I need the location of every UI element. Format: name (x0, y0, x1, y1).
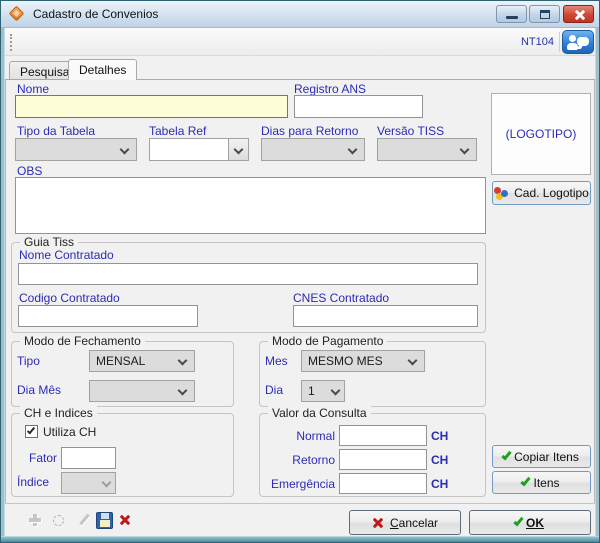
dias-retorno-label: Dias para Retorno (261, 124, 358, 138)
minimize-button[interactable] (496, 5, 527, 23)
window-frame-left (1, 28, 5, 542)
obs-textarea[interactable] (15, 177, 486, 234)
modo-fechamento-group-title: Modo de Fechamento (20, 334, 145, 348)
tipo-fechamento-select[interactable]: MENSAL (89, 350, 195, 372)
close-button[interactable] (563, 5, 594, 23)
palette-icon (494, 187, 509, 200)
add-record-button[interactable] (28, 513, 42, 527)
dia-pagamento-label: Dia (265, 383, 283, 397)
versao-tiss-label: Versão TISS (377, 124, 444, 138)
chevron-down-icon (331, 386, 341, 396)
ch-indices-group-title: CH e Indices (20, 406, 97, 420)
retorno-unit-label: CH (431, 453, 448, 467)
nome-input[interactable] (15, 95, 288, 118)
retorno-label: Retorno (263, 453, 335, 467)
title-bar: Cadastro de Convenios (1, 1, 599, 28)
modo-pagamento-group-title: Modo de Pagamento (268, 334, 387, 348)
copiar-itens-button[interactable]: Copiar Itens (492, 445, 591, 468)
save-record-button[interactable] (96, 512, 113, 529)
toolbar-grip-handle[interactable] (10, 34, 13, 51)
checkmark-icon (27, 426, 35, 435)
normal-label: Normal (263, 429, 335, 443)
check-icon (502, 450, 512, 461)
cancelar-button[interactable]: Cancelar (349, 510, 461, 535)
normal-input[interactable] (339, 425, 427, 446)
cadastro-convenios-window: Cadastro de Convenios NT104 Pesquisa Det… (0, 0, 600, 543)
registro-ans-label: Registro ANS (294, 82, 366, 96)
mes-label: Mes (265, 354, 288, 368)
itens-button[interactable]: Itens (492, 471, 591, 494)
chevron-down-icon (234, 145, 244, 155)
retorno-input[interactable] (339, 449, 427, 470)
tabela-ref-label: Tabela Ref (149, 124, 206, 138)
toolbar-separator (559, 32, 560, 52)
valor-consulta-group-title: Valor da Consulta (268, 406, 371, 420)
cnes-contratado-label: CNES Contratado (293, 291, 389, 305)
mes-select[interactable]: MESMO MES (301, 350, 425, 372)
red-x-icon (372, 516, 385, 529)
cancel-record-button[interactable] (118, 513, 131, 526)
chevron-down-icon (460, 145, 470, 155)
obs-label: OBS (17, 164, 42, 178)
chevron-down-icon (178, 356, 188, 366)
ok-button[interactable]: OK (469, 510, 591, 535)
tabela-ref-select[interactable] (149, 138, 249, 161)
edit-record-button[interactable] (79, 514, 90, 526)
tabsheet-border-left (5, 79, 6, 504)
tipo-tabela-label: Tipo da Tabela (17, 124, 95, 138)
versao-tiss-select[interactable] (377, 138, 477, 161)
close-icon (574, 9, 585, 20)
chevron-down-icon (178, 386, 188, 396)
maximize-button[interactable] (529, 5, 560, 23)
screen-code-label: NT104 (521, 36, 554, 48)
chevron-down-icon (348, 145, 358, 155)
tipo-fechamento-label: Tipo (17, 354, 40, 368)
refresh-record-button[interactable] (53, 515, 64, 526)
normal-unit-label: CH (431, 429, 448, 443)
cnes-contratado-input[interactable] (293, 305, 478, 327)
dia-pagamento-select[interactable]: 1 (301, 380, 345, 402)
indice-label: Índice (17, 475, 49, 489)
dia-mes-select[interactable] (89, 380, 195, 402)
registro-ans-input[interactable] (294, 95, 423, 118)
window-frame-bottom (1, 536, 599, 542)
indice-select[interactable] (61, 472, 116, 494)
emergencia-label: Emergência (263, 477, 335, 491)
chevron-down-icon (102, 478, 112, 488)
fator-label: Fator (29, 451, 57, 465)
app-diamond-icon (9, 6, 25, 22)
dia-mes-label: Dia Mês (17, 383, 61, 397)
maximize-icon (540, 10, 550, 19)
check-icon (513, 516, 523, 527)
nome-label: Nome (17, 82, 49, 96)
tabsheet-border-bottom (5, 503, 595, 504)
tab-detalhes[interactable]: Detalhes (68, 59, 137, 80)
chevron-down-icon (408, 356, 418, 366)
window-frame-right (595, 28, 599, 542)
emergencia-input[interactable] (339, 473, 427, 494)
logotipo-box: (LOGOTIPO) (491, 93, 591, 175)
floppy-disk-icon (101, 513, 109, 519)
dias-retorno-select[interactable] (261, 138, 365, 161)
utiliza-ch-checkbox[interactable] (25, 425, 38, 438)
logotipo-placeholder: (LOGOTIPO) (506, 127, 577, 141)
check-icon (521, 476, 531, 487)
emergencia-unit-label: CH (431, 477, 448, 491)
codigo-contratado-label: Codigo Contratado (19, 291, 120, 305)
tipo-tabela-select[interactable] (15, 138, 137, 161)
codigo-contratado-input[interactable] (18, 305, 198, 327)
guia-tiss-group-title: Guia Tiss (20, 235, 78, 249)
nome-contratado-label: Nome Contratado (19, 248, 114, 262)
chevron-down-icon (120, 145, 130, 155)
fator-input[interactable] (61, 447, 116, 469)
window-title: Cadastro de Convenios (33, 7, 158, 21)
cad-logotipo-button[interactable]: Cad. Logotipo (492, 181, 591, 205)
nome-contratado-input[interactable] (18, 263, 478, 285)
utiliza-ch-label: Utiliza CH (43, 425, 96, 439)
user-chat-button[interactable] (562, 30, 594, 54)
minimize-icon (506, 16, 518, 19)
top-toolbar: NT104 (2, 28, 598, 56)
